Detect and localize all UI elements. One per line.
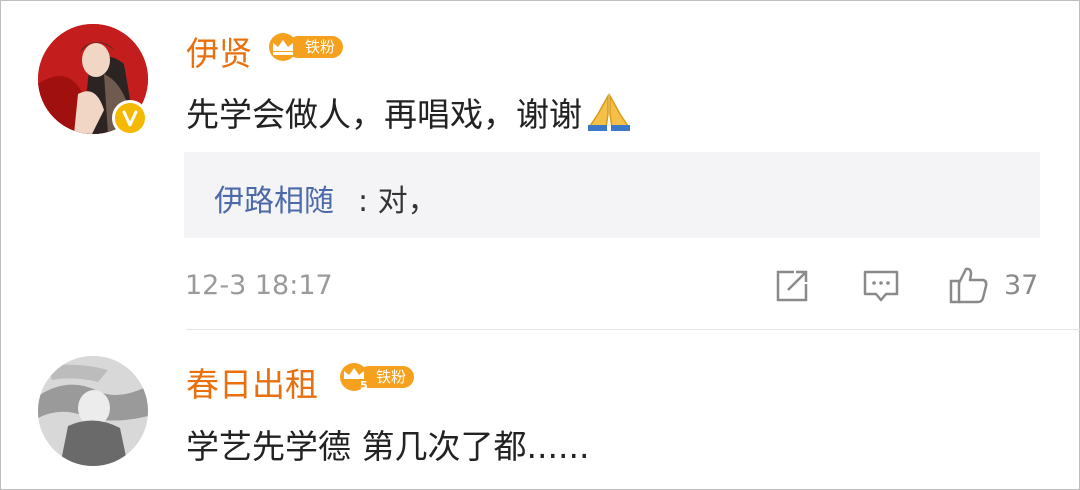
reply-text: : 对，	[358, 184, 438, 219]
comment-text: 先学会做人，再唱戏，谢谢	[186, 88, 634, 136]
screenshot-frame	[0, 0, 1080, 490]
reply-box[interactable]: 伊路相随 : 对，	[184, 152, 1040, 238]
avatar[interactable]	[38, 356, 148, 466]
crown-icon: 5	[340, 363, 368, 392]
comment-icon[interactable]	[862, 268, 900, 304]
divider	[186, 329, 1080, 330]
crown-level: 5	[360, 379, 368, 392]
crown-icon	[269, 33, 297, 61]
username[interactable]: 春日出租	[186, 358, 318, 406]
like-count: 37	[1004, 270, 1039, 301]
username[interactable]: 伊贤	[186, 27, 252, 75]
folded-hands-icon	[588, 93, 630, 131]
verified-badge-icon	[112, 100, 148, 136]
reply-username[interactable]: 伊路相随	[214, 176, 334, 220]
timestamp: 12-3 18:17	[185, 270, 333, 301]
comment-text: 学艺先学德 第几次了都......	[186, 427, 590, 466]
share-icon[interactable]	[774, 268, 810, 304]
like-icon[interactable]	[948, 264, 990, 306]
